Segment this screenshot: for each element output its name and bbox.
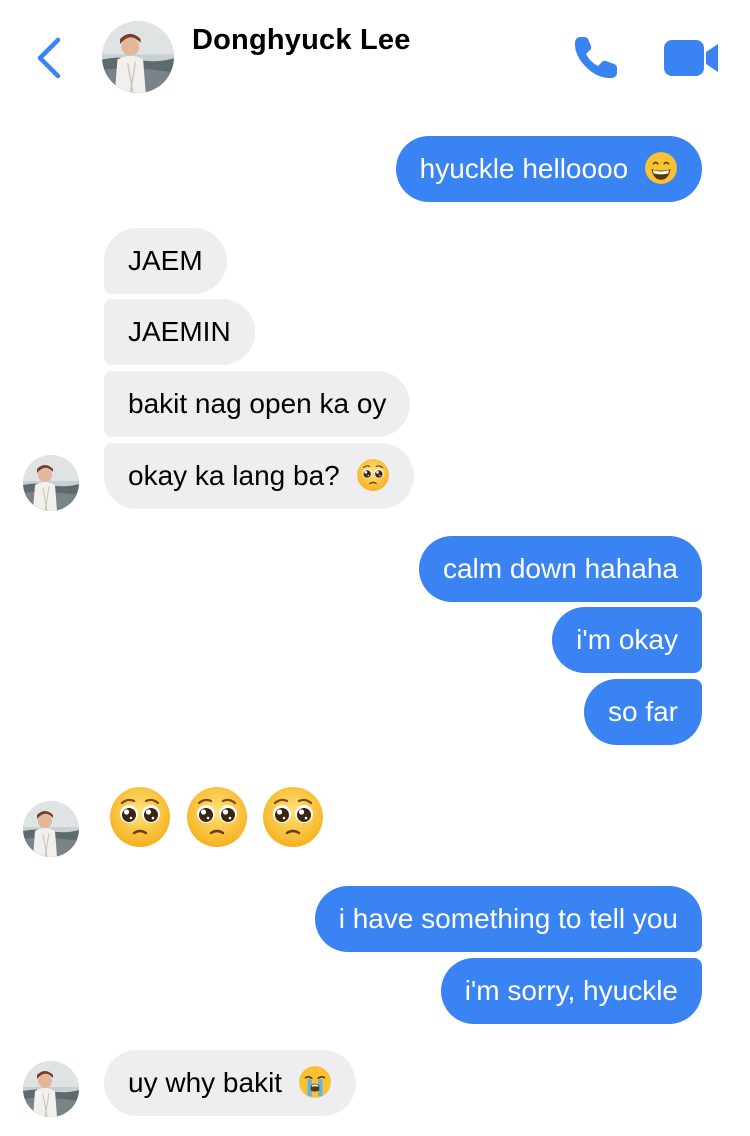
message-bubble-incoming[interactable]: JAEMIN <box>104 299 255 365</box>
message-text: calm down hahaha <box>442 553 678 584</box>
message-text: JAEM <box>128 245 203 276</box>
call-button[interactable] <box>570 33 622 83</box>
video-call-button[interactable] <box>662 38 720 78</box>
message-text: bakit nag open ka oy <box>128 388 387 419</box>
video-camera-icon <box>664 40 718 76</box>
message-bubble-outgoing[interactable]: calm down hahaha <box>418 536 702 602</box>
message-bubble-incoming[interactable]: uy why bakit <box>104 1050 356 1116</box>
message-text: JAEMIN <box>128 316 231 347</box>
conversation-header: Donghyuck Lee <box>0 0 750 110</box>
contact-avatar-small[interactable] <box>23 455 79 511</box>
avatar-image <box>23 455 79 511</box>
contact-name[interactable]: Donghyuck Lee <box>192 24 411 57</box>
message-text: i'm okay <box>576 624 678 655</box>
avatar-image <box>102 21 174 93</box>
pleading-face-emoji-icon[interactable] <box>261 785 325 849</box>
pleading-face-emoji-icon[interactable] <box>185 785 249 849</box>
contact-avatar-small[interactable] <box>23 1061 79 1117</box>
grinning-face-emoji-icon <box>644 151 678 185</box>
pleading-face-emoji-icon <box>356 458 390 492</box>
message-text: okay ka lang ba? <box>128 460 340 491</box>
message-text: i'm sorry, hyuckle <box>464 975 678 1006</box>
message-bubble-outgoing[interactable]: i'm okay <box>552 607 702 673</box>
message-bubble-outgoing[interactable]: hyuckle helloooo <box>395 136 702 202</box>
contact-avatar-small[interactable] <box>23 801 79 857</box>
contact-avatar[interactable] <box>102 21 174 93</box>
message-bubble-outgoing[interactable]: i'm sorry, hyuckle <box>440 958 702 1024</box>
loudly-crying-face-emoji-icon <box>298 1065 332 1099</box>
message-bubble-outgoing[interactable]: so far <box>583 679 702 745</box>
back-button[interactable] <box>30 34 70 82</box>
avatar-image <box>23 1061 79 1117</box>
message-bubble-incoming[interactable]: JAEM <box>104 228 227 294</box>
message-text: hyuckle helloooo <box>419 153 629 184</box>
phone-icon <box>574 37 617 79</box>
message-bubble-incoming[interactable]: bakit nag open ka oy <box>104 371 411 437</box>
pleading-face-emoji-icon[interactable] <box>108 785 172 849</box>
message-text: uy why bakit <box>128 1067 283 1098</box>
message-text: so far <box>607 696 678 727</box>
message-bubble-outgoing[interactable]: i have something to tell you <box>314 886 702 952</box>
avatar-image <box>23 801 79 857</box>
chevron-left-icon <box>37 37 61 79</box>
message-text: i have something to tell you <box>338 903 678 934</box>
message-bubble-incoming[interactable]: okay ka lang ba? <box>104 443 414 509</box>
